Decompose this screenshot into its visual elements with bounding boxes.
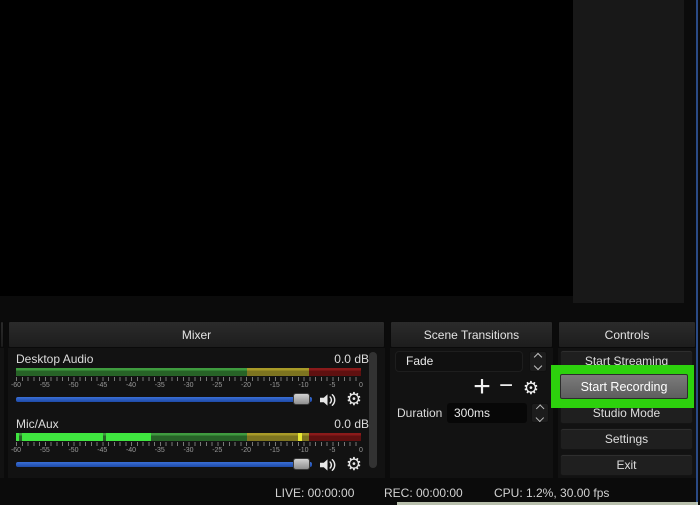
chevron-down-icon [536, 413, 544, 421]
channel-name: Mic/Aux [16, 417, 59, 431]
exit-button[interactable]: Exit [560, 454, 693, 476]
scene-transitions-title: Scene Transitions [424, 328, 519, 342]
chevron-up-icon [534, 353, 542, 361]
meter-scale-labels: -60-55-50-45-40-35-30-25-20-15-10-50 [16, 382, 361, 392]
volume-meter [16, 368, 361, 376]
meter-tick-marks [16, 377, 361, 381]
volume-meter [16, 433, 361, 441]
duration-spinner[interactable] [531, 403, 549, 423]
mixer-channel-desktop-audio: Desktop Audio 0.0 dB -60-55-50-45-40-35-… [16, 352, 369, 412]
transition-selected-value: Fade [406, 354, 433, 368]
start-recording-button[interactable]: Start Recording [560, 374, 688, 399]
controls-dock-header[interactable]: Controls [558, 321, 696, 348]
transition-select-spinner[interactable] [529, 351, 547, 372]
channel-gear-icon[interactable]: ⚙ [344, 389, 364, 409]
preview-side-area [573, 0, 684, 303]
status-rec-time: REC: 00:00:00 [384, 486, 463, 502]
settings-button[interactable]: Settings [560, 428, 693, 450]
status-cpu-fps: CPU: 1.2%, 30.00 fps [494, 486, 609, 502]
speaker-icon[interactable] [318, 391, 337, 409]
preview-canvas[interactable] [0, 0, 573, 296]
channel-name: Desktop Audio [16, 352, 93, 366]
add-transition-button[interactable]: + [466, 375, 498, 401]
mixer-dock: Desktop Audio 0.0 dB -60-55-50-45-40-35-… [8, 348, 385, 478]
volume-slider-handle[interactable] [293, 458, 310, 470]
mixer-title: Mixer [182, 328, 211, 342]
status-live-time: LIVE: 00:00:00 [275, 486, 354, 502]
window-edge-highlight [696, 0, 698, 505]
duration-value: 300ms [454, 406, 490, 420]
meter-tick-marks [16, 442, 361, 446]
channel-gear-icon[interactable]: ⚙ [344, 454, 364, 474]
duration-label: Duration [397, 406, 442, 420]
meter-scale-labels: -60-55-50-45-40-35-30-25-20-15-10-50 [16, 447, 361, 457]
remove-transition-button[interactable]: − [496, 375, 516, 401]
obs-window: Mixer Desktop Audio 0.0 dB -60-55-50-45-… [0, 0, 700, 505]
volume-slider[interactable] [16, 462, 312, 467]
mixer-dock-header[interactable]: Mixer [8, 321, 385, 348]
transition-properties-gear-icon[interactable]: ⚙ [520, 377, 542, 399]
volume-slider-handle[interactable] [293, 393, 310, 405]
channel-db-value: 0.0 dB [334, 417, 369, 431]
mixer-scrollbar[interactable] [369, 352, 377, 468]
scene-transitions-dock-header[interactable]: Scene Transitions [390, 321, 553, 348]
clipped-dock-body [0, 348, 4, 478]
chevron-down-icon [534, 362, 542, 370]
duration-input[interactable]: 300ms [447, 403, 527, 423]
speaker-icon[interactable] [318, 456, 337, 474]
mixer-channel-mic-aux: Mic/Aux 0.0 dB -60-55-50-45-40-35-30-25-… [16, 417, 369, 477]
volume-slider[interactable] [16, 397, 312, 402]
controls-title: Controls [605, 328, 650, 342]
transition-select[interactable]: Fade [395, 351, 523, 372]
chevron-up-icon [536, 405, 544, 413]
channel-db-value: 0.0 dB [334, 352, 369, 366]
scene-transitions-dock: Fade + − ⚙ Duration 300ms [390, 348, 553, 478]
clipped-dock-header [0, 321, 4, 348]
